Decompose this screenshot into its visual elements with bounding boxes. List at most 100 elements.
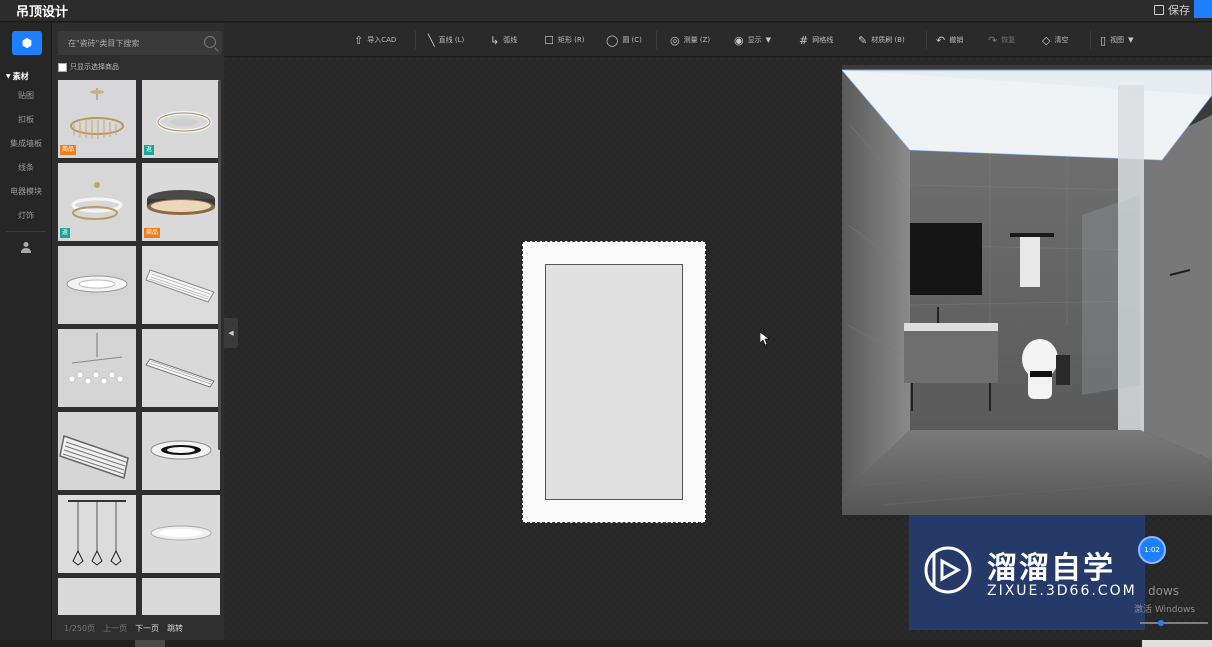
zoom-slider[interactable] [1140,620,1208,626]
material-item[interactable]: 返 [142,80,220,158]
collapse-panel-button[interactable]: ◀ [224,318,238,348]
category-group: ▼ 素材 贴图 扣板 集成墙板 线条 电器模块 灯饰 [0,68,52,228]
watermark-title: 溜溜自学 [987,551,1115,586]
chevron-down-icon: ▼ [765,36,771,44]
redo-icon: ↷ [988,33,998,47]
play-logo-icon [924,546,972,594]
category-item-lighting[interactable]: 灯饰 [0,204,52,228]
status-bar-segment [1142,640,1212,647]
category-item-panel[interactable]: 扣板 [0,108,52,132]
toolbar-divider [1090,31,1091,49]
prev-page-button[interactable]: 上一页 [103,623,127,634]
activate-windows-text: 激活 Windows [1134,605,1196,615]
material-item[interactable]: 商品 [58,80,136,158]
view-dropdown[interactable]: ▯ 视图 ▼ [1100,32,1133,48]
return-badge: 返 [60,228,71,238]
material-item[interactable]: 商品 [142,163,220,241]
redo-button[interactable]: ↷ 恢复 [988,32,1015,48]
pagination: 1/250页 上一页 下一页 跳转 [64,623,183,634]
upload-icon: ⇧ [354,33,364,47]
save-button[interactable]: 保存 [1154,2,1190,18]
category-item-appliance[interactable]: 电器模块 [0,180,52,204]
circle-tool-button[interactable]: ◯ 圆 (C) [606,32,642,48]
ceiling-shape[interactable] [522,241,706,523]
page-indicator: 1/250页 [64,624,96,633]
material-grid: 商品 返 返 商品 [58,80,220,615]
vent-grille-icon [142,246,220,324]
material-item[interactable] [142,495,220,573]
rectangle-tool-button[interactable]: ☐ 矩形 (R) [544,32,584,48]
arc-tool-button[interactable]: ↳ 弧线 [490,32,517,48]
watermark: 溜溜自学 ZIXUE.3D66.COM [909,515,1145,630]
material-item[interactable] [58,246,136,324]
measure-icon: ◎ [670,33,680,47]
category-item-wallboard[interactable]: 集成墙板 [0,132,52,156]
grid-icon: # [799,33,809,47]
jump-page-button[interactable]: 跳转 [167,623,183,634]
save-label: 保存 [1168,4,1190,17]
user-icon[interactable] [18,241,34,257]
material-item[interactable] [58,578,136,615]
flat-downlight-icon [142,495,220,573]
black-downlight-icon [142,412,220,490]
category-rail: ⬢ ▼ 素材 贴图 扣板 集成墙板 线条 电器模块 灯饰 [0,23,52,647]
toolbar-divider [656,31,657,49]
material-item[interactable] [142,329,220,407]
chevron-down-icon: ▼ [1128,36,1134,44]
air-vent-icon [58,412,136,490]
filter-selected[interactable]: 只显示选择商品 [58,62,119,72]
save-icon [1154,5,1164,15]
status-bar-segment [135,640,165,647]
undo-button[interactable]: ↶ 撤销 [936,32,963,48]
material-item[interactable] [142,578,220,615]
status-bar [0,640,1212,647]
watermark-url: ZIXUE.3D66.COM [987,583,1137,599]
linear-grille-icon [142,329,220,407]
display-dropdown[interactable]: ◉ 显示 ▼ [734,32,771,48]
return-badge: 返 [144,145,155,155]
timer-badge[interactable]: 1:02 [1138,536,1166,564]
search-icon[interactable] [204,36,216,48]
next-page-button[interactable]: 下一页 [135,623,159,634]
import-cad-button[interactable]: ⇧ 导入CAD [354,32,396,48]
material-panel: 只显示选择商品 商品 [52,23,224,647]
rectangle-icon: ☐ [544,33,554,47]
category-group-label: 素材 [12,71,29,81]
category-group-header[interactable]: ▼ 素材 [0,68,52,84]
material-item[interactable] [58,329,136,407]
page-title: 吊顶设计 [16,5,69,20]
material-item[interactable]: 返 [58,163,136,241]
category-item-lines[interactable]: 线条 [0,156,52,180]
product-badge: 商品 [144,228,161,238]
cube-icon[interactable]: ⬢ [12,31,42,55]
triangle-down-icon: ▼ [6,72,11,80]
clear-button[interactable]: ◇ 清空 [1042,32,1068,48]
filter-checkbox[interactable] [58,62,67,72]
pendant-lamp-icon [58,495,136,573]
3d-preview[interactable] [842,65,1212,515]
mouse-cursor-icon [760,332,770,346]
category-item-texture[interactable]: 贴图 [0,84,52,108]
material-brush-button[interactable]: ✎ 材质刷 (B) [858,32,905,48]
rail-divider [6,231,46,232]
measure-tool-button[interactable]: ◎ 测量 (Z) [670,32,710,48]
panel-scrollbar[interactable] [218,80,221,450]
material-item[interactable] [58,495,136,573]
ceiling-inner-panel[interactable] [545,264,683,500]
material-item[interactable] [142,412,220,490]
bubble-chandelier-icon [58,329,136,407]
account-button[interactable] [1194,0,1212,18]
line-icon: ╲ [428,33,435,47]
material-item[interactable] [58,412,136,490]
app-window: 吊顶设计 保存 ⬢ ▼ 素材 贴图 扣板 集成墙板 线条 电器模块 灯饰 在"瓷… [0,0,1212,647]
eraser-icon: ◇ [1042,33,1051,47]
zoom-slider-knob[interactable] [1158,620,1164,626]
line-tool-button[interactable]: ╲ 直线 (L) [428,32,464,48]
downlight-icon [58,246,136,324]
product-badge: 商品 [60,145,77,155]
grid-toggle-button[interactable]: # 网格线 [799,32,833,48]
material-item[interactable] [142,246,220,324]
search-input[interactable] [58,31,198,55]
toolbar: ⇧ 导入CAD ╲ 直线 (L) ↳ 弧线 ☐ 矩形 (R) ◯ 圆 (C) ◎ 测量 (Z… [224,23,1212,57]
title-bar: 吊顶设计 保存 [0,0,1212,22]
